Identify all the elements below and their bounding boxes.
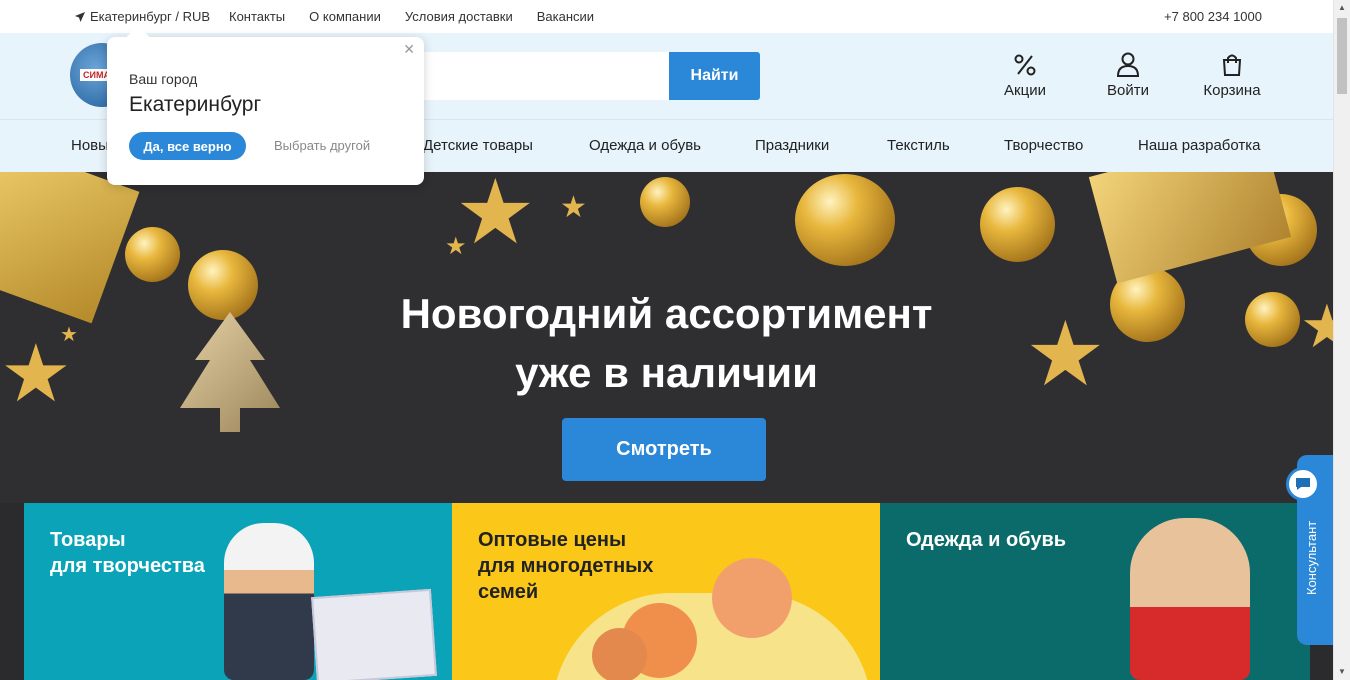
ornament-ball xyxy=(980,187,1055,262)
page-scrollbar[interactable]: ▲ ▼ xyxy=(1333,0,1350,680)
search-input[interactable] xyxy=(400,52,670,100)
nav-item-holidays[interactable]: Праздники xyxy=(755,137,829,154)
login-label: Войти xyxy=(1107,82,1149,99)
nav-item-own-brand[interactable]: Наша разработка xyxy=(1138,137,1261,154)
close-icon[interactable]: ✕ xyxy=(403,41,415,58)
promo-card-clothing[interactable]: Одежда и обувь xyxy=(880,503,1310,680)
nav-item-new[interactable]: Новы xyxy=(71,137,109,154)
ornament-ball xyxy=(125,227,180,282)
ornament-ball xyxy=(795,174,895,266)
star-icon: ★ xyxy=(455,172,536,263)
promo-card-title: Оптовые цены для многодетных семей xyxy=(478,529,654,603)
login-link[interactable]: Войти xyxy=(1088,51,1168,99)
shopping-bag-icon xyxy=(1222,54,1242,76)
cart-label: Корзина xyxy=(1203,82,1261,99)
cart-link[interactable]: Корзина xyxy=(1192,51,1272,99)
scrollbar-thumb[interactable] xyxy=(1337,18,1347,94)
promo-card-creativity[interactable]: Товары для творчества xyxy=(24,503,452,680)
consultant-label: Консультант xyxy=(1304,520,1319,595)
location-selector[interactable]: Екатеринбург / RUB xyxy=(74,9,210,24)
phone-number[interactable]: +7 800 234 1000 xyxy=(1164,9,1262,24)
link-about[interactable]: О компании xyxy=(309,9,381,24)
star-icon: ★ xyxy=(560,191,587,224)
hero-title-line2: уже в наличии xyxy=(515,349,818,396)
top-bar: Екатеринбург / RUB Контакты О компании У… xyxy=(0,0,1333,33)
location-arrow-icon xyxy=(75,11,85,22)
nav-item-clothing[interactable]: Одежда и обувь xyxy=(589,137,701,154)
link-vacancies[interactable]: Вакансии xyxy=(537,9,594,24)
hero-view-button[interactable]: Смотреть xyxy=(562,418,766,481)
nav-item-textile[interactable]: Текстиль xyxy=(887,137,950,154)
hero-title-line1: Новогодний ассортимент xyxy=(400,290,933,337)
promo-card-title: Товары для творчества xyxy=(50,529,205,577)
hero-banner[interactable]: ★ ★ ★ ★ ★ ★ ★ Новогодний ассортимент уже… xyxy=(0,172,1333,503)
model-photo xyxy=(1130,518,1250,680)
hero-title: Новогодний ассортимент уже в наличии xyxy=(0,284,1333,402)
gift-box-right xyxy=(1088,172,1292,284)
star-icon: ★ xyxy=(445,233,467,260)
percent-icon xyxy=(1014,54,1036,76)
link-contacts[interactable]: Контакты xyxy=(229,9,285,24)
ornament-ball xyxy=(640,177,690,227)
chat-bubble-icon[interactable] xyxy=(1286,467,1320,501)
link-delivery[interactable]: Условия доставки xyxy=(405,9,513,24)
location-label: Екатеринбург / RUB xyxy=(90,9,211,24)
search-button[interactable]: Найти xyxy=(669,52,760,100)
promo-card-family[interactable]: Оптовые цены для многодетных семей xyxy=(452,503,880,680)
nav-item-creativity[interactable]: Творчество xyxy=(1004,137,1083,154)
doll-image xyxy=(224,523,314,680)
user-icon xyxy=(1116,52,1140,77)
promo-card-title: Одежда и обувь xyxy=(906,529,1067,551)
family-figure xyxy=(592,628,647,680)
scroll-down-arrow-icon[interactable]: ▼ xyxy=(1338,667,1346,676)
family-figure xyxy=(712,558,792,638)
nav-item-kids[interactable]: Детские товары xyxy=(423,137,533,154)
city-confirm-popup: ✕ Ваш город Екатеринбург Да, все верно В… xyxy=(107,25,424,185)
scroll-up-arrow-icon[interactable]: ▲ xyxy=(1338,3,1346,12)
chat-icon xyxy=(1296,478,1310,490)
city-question-label: Ваш город xyxy=(129,71,198,87)
confirm-city-button[interactable]: Да, все верно xyxy=(129,132,246,160)
promo-label: Акции xyxy=(1004,82,1046,99)
promo-link[interactable]: Акции xyxy=(985,51,1065,99)
city-name: Екатеринбург xyxy=(129,93,262,116)
craft-kit-box xyxy=(311,588,437,680)
choose-other-city-link[interactable]: Выбрать другой xyxy=(274,138,370,153)
top-links: Контакты О компании Условия доставки Вак… xyxy=(229,9,594,24)
